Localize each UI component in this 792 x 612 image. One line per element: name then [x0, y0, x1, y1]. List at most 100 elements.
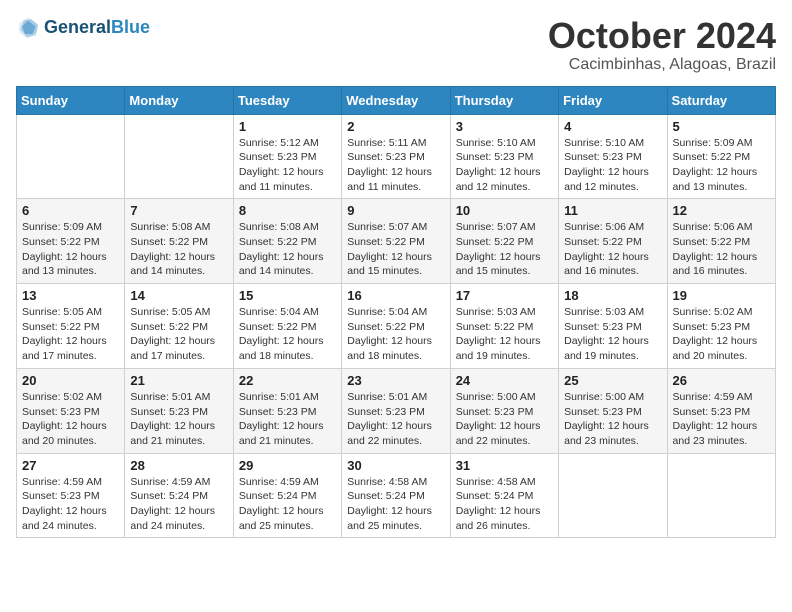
day-number: 1 — [239, 119, 336, 134]
day-number: 15 — [239, 288, 336, 303]
day-number: 25 — [564, 373, 661, 388]
day-info: Sunrise: 5:08 AM Sunset: 5:22 PM Dayligh… — [130, 220, 227, 279]
calendar-cell: 20 Sunrise: 5:02 AM Sunset: 5:23 PM Dayli… — [17, 368, 125, 453]
day-number: 7 — [130, 203, 227, 218]
calendar-cell: 24 Sunrise: 5:00 AM Sunset: 5:23 PM Dayli… — [450, 368, 558, 453]
day-number: 31 — [456, 458, 553, 473]
location: Cacimbinhas, Alagoas, Brazil — [548, 56, 776, 74]
day-info: Sunrise: 4:59 AM Sunset: 5:24 PM Dayligh… — [239, 475, 336, 534]
calendar-cell: 23 Sunrise: 5:01 AM Sunset: 5:23 PM Dayli… — [342, 368, 450, 453]
day-info: Sunrise: 4:59 AM Sunset: 5:24 PM Dayligh… — [130, 475, 227, 534]
weekday-header: Tuesday — [233, 86, 341, 114]
calendar-cell: 29 Sunrise: 4:59 AM Sunset: 5:24 PM Dayli… — [233, 453, 341, 538]
calendar-cell: 18Sunrise: 5:03 AM Sunset: 5:23 PM Dayli… — [559, 284, 667, 369]
day-number: 13 — [22, 288, 119, 303]
calendar-cell: 7 Sunrise: 5:08 AM Sunset: 5:22 PM Daylig… — [125, 199, 233, 284]
day-number: 21 — [130, 373, 227, 388]
day-number: 19 — [673, 288, 770, 303]
day-info: Sunrise: 5:00 AM Sunset: 5:23 PM Dayligh… — [564, 390, 661, 449]
day-number: 27 — [22, 458, 119, 473]
day-info: Sunrise: 5:10 AM Sunset: 5:23 PM Dayligh… — [564, 136, 661, 195]
calendar-cell: 31 Sunrise: 4:58 AM Sunset: 5:24 PM Dayli… — [450, 453, 558, 538]
day-number: 17 — [456, 288, 553, 303]
calendar-week-row: 6 Sunrise: 5:09 AM Sunset: 5:22 PM Daylig… — [17, 199, 776, 284]
day-info: Sunrise: 5:01 AM Sunset: 5:23 PM Dayligh… — [347, 390, 444, 449]
calendar-cell — [125, 114, 233, 199]
calendar-cell: 27 Sunrise: 4:59 AM Sunset: 5:23 PM Dayli… — [17, 453, 125, 538]
day-number: 12 — [673, 203, 770, 218]
day-number: 28 — [130, 458, 227, 473]
day-info: Sunrise: 5:09 AM Sunset: 5:22 PM Dayligh… — [22, 220, 119, 279]
day-number: 8 — [239, 203, 336, 218]
day-info: Sunrise: 5:01 AM Sunset: 5:23 PM Dayligh… — [239, 390, 336, 449]
calendar-cell: 16 Sunrise: 5:04 AM Sunset: 5:22 PM Dayli… — [342, 284, 450, 369]
weekday-header: Saturday — [667, 86, 775, 114]
calendar-cell: 12 Sunrise: 5:06 AM Sunset: 5:22 PM Dayli… — [667, 199, 775, 284]
day-info: Sunrise: 5:06 AM Sunset: 5:22 PM Dayligh… — [564, 220, 661, 279]
calendar-week-row: 13 Sunrise: 5:05 AM Sunset: 5:22 PM Dayli… — [17, 284, 776, 369]
day-info: Sunrise: 5:09 AM Sunset: 5:22 PM Dayligh… — [673, 136, 770, 195]
title-area: October 2024 Cacimbinhas, Alagoas, Brazi… — [548, 16, 776, 74]
calendar-cell: 9 Sunrise: 5:07 AM Sunset: 5:22 PM Daylig… — [342, 199, 450, 284]
day-number: 20 — [22, 373, 119, 388]
day-info: Sunrise: 5:04 AM Sunset: 5:22 PM Dayligh… — [347, 305, 444, 364]
day-info: Sunrise: 5:05 AM Sunset: 5:22 PM Dayligh… — [22, 305, 119, 364]
calendar-cell: 8Sunrise: 5:08 AM Sunset: 5:22 PM Daylig… — [233, 199, 341, 284]
day-info: Sunrise: 5:07 AM Sunset: 5:22 PM Dayligh… — [347, 220, 444, 279]
day-number: 26 — [673, 373, 770, 388]
day-info: Sunrise: 5:10 AM Sunset: 5:23 PM Dayligh… — [456, 136, 553, 195]
day-number: 30 — [347, 458, 444, 473]
page-header: GeneralBlue October 2024 Cacimbinhas, Al… — [16, 16, 776, 74]
day-number: 6 — [22, 203, 119, 218]
calendar-cell: 26 Sunrise: 4:59 AM Sunset: 5:23 PM Dayli… — [667, 368, 775, 453]
day-number: 3 — [456, 119, 553, 134]
calendar-cell: 11 Sunrise: 5:06 AM Sunset: 5:22 PM Dayli… — [559, 199, 667, 284]
day-number: 9 — [347, 203, 444, 218]
calendar-cell: 17 Sunrise: 5:03 AM Sunset: 5:22 PM Dayli… — [450, 284, 558, 369]
day-info: Sunrise: 4:58 AM Sunset: 5:24 PM Dayligh… — [347, 475, 444, 534]
day-number: 11 — [564, 203, 661, 218]
day-info: Sunrise: 5:12 AM Sunset: 5:23 PM Dayligh… — [239, 136, 336, 195]
calendar-cell: 2Sunrise: 5:11 AM Sunset: 5:23 PM Daylig… — [342, 114, 450, 199]
calendar-week-row: 27 Sunrise: 4:59 AM Sunset: 5:23 PM Dayli… — [17, 453, 776, 538]
day-number: 16 — [347, 288, 444, 303]
calendar-cell: 5Sunrise: 5:09 AM Sunset: 5:22 PM Daylig… — [667, 114, 775, 199]
logo-icon — [16, 16, 40, 40]
calendar-cell: 13 Sunrise: 5:05 AM Sunset: 5:22 PM Dayli… — [17, 284, 125, 369]
month-title: October 2024 — [548, 16, 776, 56]
day-info: Sunrise: 5:06 AM Sunset: 5:22 PM Dayligh… — [673, 220, 770, 279]
day-number: 4 — [564, 119, 661, 134]
day-info: Sunrise: 5:02 AM Sunset: 5:23 PM Dayligh… — [22, 390, 119, 449]
day-number: 2 — [347, 119, 444, 134]
header-row: SundayMondayTuesdayWednesdayThursdayFrid… — [17, 86, 776, 114]
calendar-cell: 1 Sunrise: 5:12 AM Sunset: 5:23 PM Daylig… — [233, 114, 341, 199]
day-number: 10 — [456, 203, 553, 218]
calendar-cell: 6 Sunrise: 5:09 AM Sunset: 5:22 PM Daylig… — [17, 199, 125, 284]
day-info: Sunrise: 4:59 AM Sunset: 5:23 PM Dayligh… — [22, 475, 119, 534]
weekday-header: Wednesday — [342, 86, 450, 114]
day-number: 24 — [456, 373, 553, 388]
day-info: Sunrise: 5:01 AM Sunset: 5:23 PM Dayligh… — [130, 390, 227, 449]
calendar-cell: 4 Sunrise: 5:10 AM Sunset: 5:23 PM Daylig… — [559, 114, 667, 199]
day-number: 22 — [239, 373, 336, 388]
day-info: Sunrise: 5:03 AM Sunset: 5:22 PM Dayligh… — [456, 305, 553, 364]
day-number: 29 — [239, 458, 336, 473]
day-info: Sunrise: 5:00 AM Sunset: 5:23 PM Dayligh… — [456, 390, 553, 449]
calendar-table: SundayMondayTuesdayWednesdayThursdayFrid… — [16, 86, 776, 539]
calendar-cell: 25 Sunrise: 5:00 AM Sunset: 5:23 PM Dayli… — [559, 368, 667, 453]
logo-text: GeneralBlue — [44, 18, 150, 38]
calendar-body: 1 Sunrise: 5:12 AM Sunset: 5:23 PM Daylig… — [17, 114, 776, 538]
logo-general: General — [44, 17, 111, 37]
calendar-header: SundayMondayTuesdayWednesdayThursdayFrid… — [17, 86, 776, 114]
logo-blue: Blue — [111, 17, 150, 37]
calendar-cell: 28 Sunrise: 4:59 AM Sunset: 5:24 PM Dayli… — [125, 453, 233, 538]
calendar-cell: 10Sunrise: 5:07 AM Sunset: 5:22 PM Dayli… — [450, 199, 558, 284]
day-info: Sunrise: 5:02 AM Sunset: 5:23 PM Dayligh… — [673, 305, 770, 364]
calendar-cell: 19 Sunrise: 5:02 AM Sunset: 5:23 PM Dayli… — [667, 284, 775, 369]
day-info: Sunrise: 5:03 AM Sunset: 5:23 PM Dayligh… — [564, 305, 661, 364]
calendar-cell: 22 Sunrise: 5:01 AM Sunset: 5:23 PM Dayli… — [233, 368, 341, 453]
day-number: 23 — [347, 373, 444, 388]
day-info: Sunrise: 4:59 AM Sunset: 5:23 PM Dayligh… — [673, 390, 770, 449]
day-info: Sunrise: 4:58 AM Sunset: 5:24 PM Dayligh… — [456, 475, 553, 534]
calendar-week-row: 1 Sunrise: 5:12 AM Sunset: 5:23 PM Daylig… — [17, 114, 776, 199]
